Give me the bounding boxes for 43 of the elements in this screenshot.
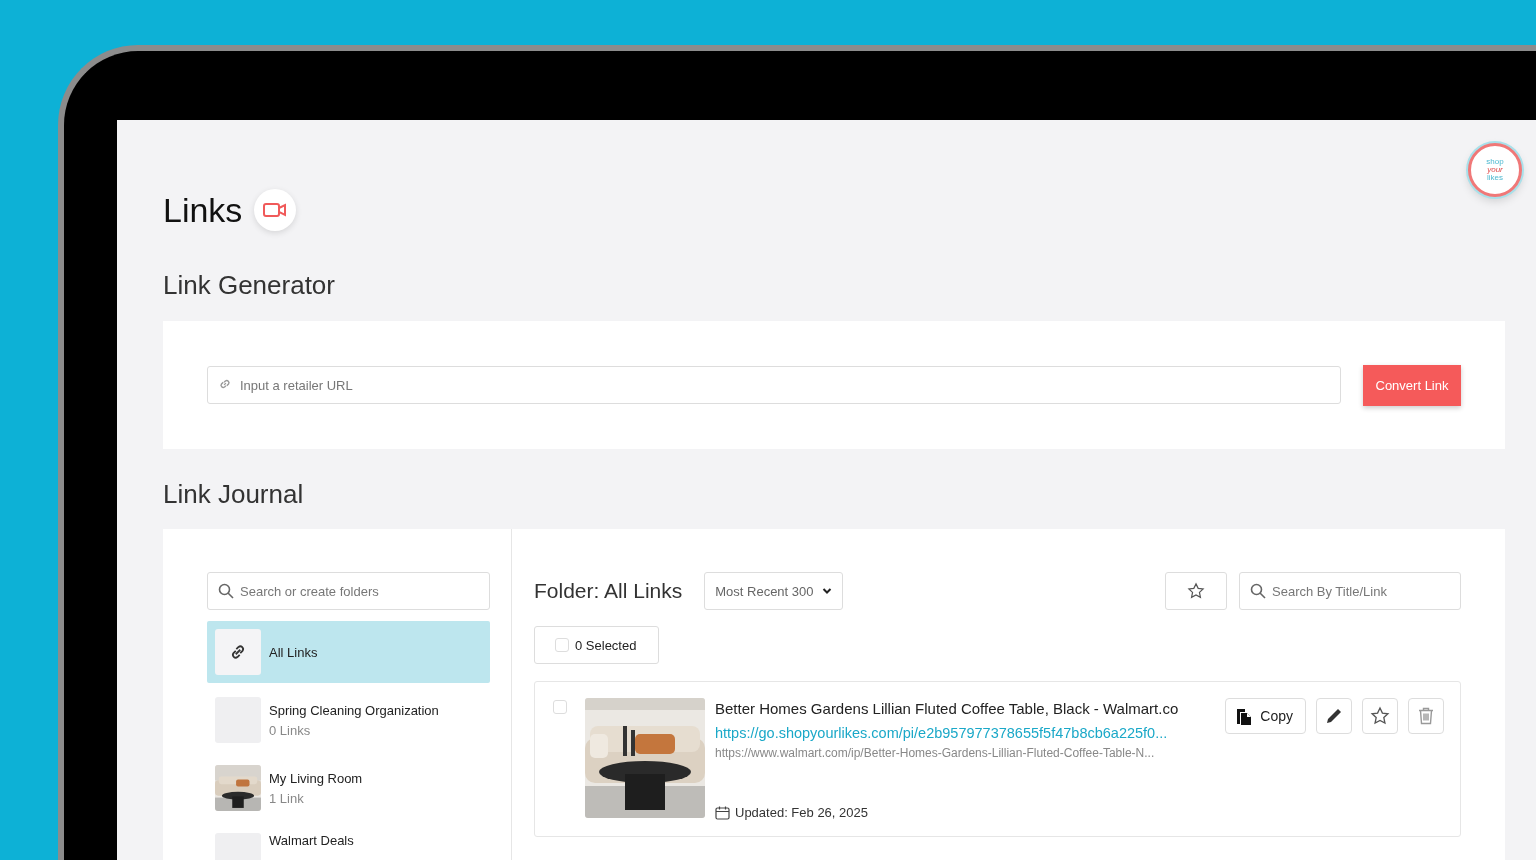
- section-heading: Link Journal: [163, 477, 305, 511]
- edit-button[interactable]: [1316, 698, 1352, 734]
- folder-name: Walmart Deals: [269, 833, 354, 848]
- folder-count: 1 Link: [269, 790, 305, 806]
- sort-dropdown[interactable]: Most Recent 300: [704, 572, 843, 610]
- folder-item[interactable]: Walmart Deals: [207, 825, 490, 860]
- folder-search-field[interactable]: Search or create folders: [207, 572, 490, 610]
- link-search-field[interactable]: Search By Title/Link: [1239, 572, 1461, 610]
- video-camera-icon: [263, 202, 288, 218]
- page-title: Links: [163, 190, 243, 230]
- folder-item[interactable]: Spring Cleaning Organization 0 Links: [207, 689, 490, 751]
- favorite-button[interactable]: [1362, 698, 1398, 734]
- folder-name: Spring Cleaning Organization: [269, 702, 439, 718]
- url-input-field[interactable]: Input a retailer URL: [207, 366, 1341, 404]
- copy-icon: [1236, 707, 1253, 725]
- calendar-icon: [715, 805, 730, 820]
- checkbox[interactable]: [555, 638, 569, 652]
- folder-item[interactable]: All Links: [207, 621, 490, 683]
- folder-count: 0 Links: [269, 722, 312, 738]
- trash-icon: [1418, 707, 1434, 725]
- folder-name: My Living Room: [269, 770, 363, 786]
- link-icon: [229, 643, 247, 661]
- copy-button[interactable]: Copy: [1225, 698, 1306, 734]
- source-url: https://www.walmart.com/ip/Better-Homes-Gardens-Lillian-Fluted-Coffee-Table-N...: [715, 746, 1156, 760]
- folder-title: Folder: All Links: [534, 579, 683, 603]
- section-heading: Link Generator: [163, 268, 336, 302]
- chevron-down-icon: [821, 587, 832, 595]
- search-icon: [218, 583, 234, 599]
- folder-item[interactable]: My Living Room 1 Link: [207, 757, 490, 819]
- link-icon: [218, 377, 232, 391]
- star-icon: [1187, 582, 1205, 600]
- link-title: Better Homes Gardens Lillian Fluted Coffee Table, Black - Walmart.co: [715, 700, 1180, 717]
- updated-date: Updated: Feb 26, 2025: [735, 805, 868, 820]
- search-icon: [1250, 583, 1266, 599]
- folder-name: All Links: [269, 644, 318, 660]
- pencil-icon: [1325, 707, 1343, 725]
- star-icon: [1370, 706, 1390, 726]
- delete-button[interactable]: [1408, 698, 1444, 734]
- favorites-button[interactable]: [1165, 572, 1227, 610]
- select-all-button[interactable]: 0 Selected: [534, 626, 660, 664]
- logo[interactable]: shop your likes: [1468, 143, 1522, 197]
- video-button[interactable]: [254, 189, 297, 231]
- checkbox[interactable]: [553, 700, 567, 714]
